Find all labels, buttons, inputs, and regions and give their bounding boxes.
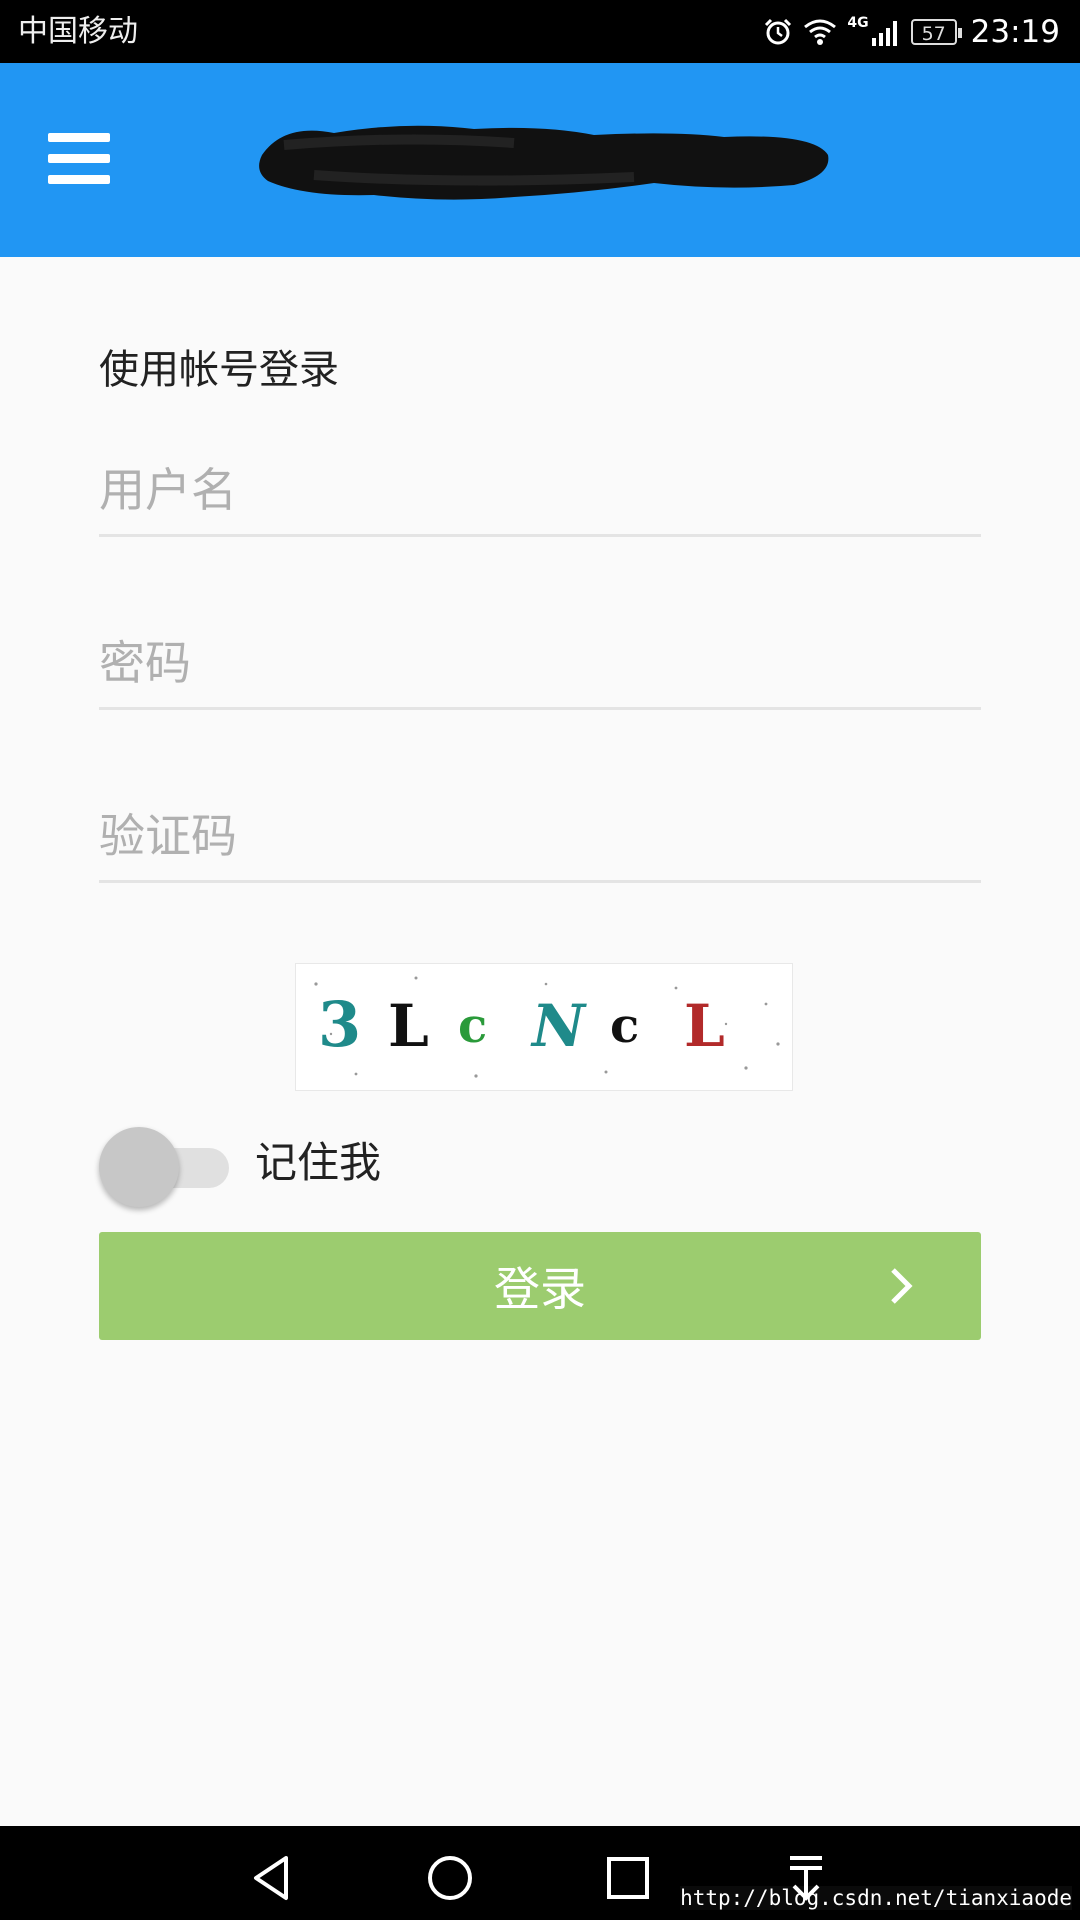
captcha-input[interactable] [99,792,981,883]
wifi-icon [804,19,837,45]
system-nav-bar: http://blog.csdn.net/tianxiaode [0,1826,1080,1920]
remember-me-switch[interactable] [99,1123,229,1207]
signal-icon [871,20,897,46]
chevron-right-icon [891,1268,913,1304]
switch-thumb [99,1127,179,1207]
clock: 23:19 [970,13,1060,50]
captcha-char: L [388,992,429,1060]
remember-me-label: 记住我 [255,1138,382,1187]
redacted-title [259,125,829,200]
watermark: http://blog.csdn.net/tianxiaode [680,1886,1072,1910]
status-icons: 4G 57 23:19 [763,0,1060,63]
captcha-char: 3 [318,988,361,1061]
status-bar: 中国移动 4G 57 23:19 [0,0,1080,63]
recents-icon[interactable] [598,1848,658,1908]
app-bar [0,63,1080,257]
login-section-title: 使用帐号登录 [99,347,339,393]
alarm-icon [765,18,792,44]
login-button[interactable]: 登录 [99,1232,981,1340]
username-input[interactable] [99,446,981,537]
battery-indicator: 57 [910,18,962,45]
back-icon[interactable] [242,1848,302,1908]
password-input[interactable] [99,619,981,710]
carrier-name: 中国移动 [18,14,138,49]
captcha-char: L [684,992,725,1060]
login-button-label: 登录 [494,1262,586,1316]
captcha-char: N [530,992,587,1060]
hamburger-menu-icon[interactable] [48,133,110,185]
captcha-image[interactable]: 3 L c N c L [295,963,793,1091]
captcha-char: c [610,998,639,1054]
captcha-char: c [458,998,487,1054]
network-type: 4G [847,14,869,31]
home-icon[interactable] [420,1848,480,1908]
